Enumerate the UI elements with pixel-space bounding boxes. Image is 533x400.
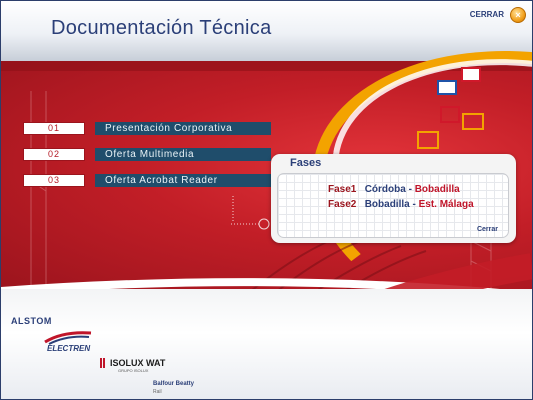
isolux-logo: ISOLUX WAT [110,358,166,368]
menu-label[interactable]: Oferta Acrobat Reader [95,174,271,187]
balfour-subtitle: Rail [153,389,162,395]
menu-item-multimedia[interactable]: 02 Oferta Multimedia [23,148,271,161]
electren-logo: ELECTREN [47,344,91,353]
decorative-squares [417,67,484,149]
menu-number: 02 [23,148,85,161]
dotted-lines [231,196,270,230]
menu-item-acrobat[interactable]: 03 Oferta Acrobat Reader [23,174,271,187]
fase-to: Bobadilla [414,184,460,195]
fase-separator: - [409,199,419,210]
menu-number: 03 [23,174,85,187]
fase-separator: - [405,184,415,195]
fase-number: Fase1 [328,184,357,195]
alstom-logo: ALSTOM [11,316,52,326]
fases-close-link[interactable]: Cerrar [477,226,498,233]
fase-row-2[interactable]: Fase2 Bobadilla - Est. Málaga [328,199,474,210]
fase-from: Córdoba [364,184,406,195]
fases-list: Fase1 Córdoba - Bobadilla Fase2 Bobadill… [277,173,509,238]
fase-to: Est. Málaga [418,199,474,210]
menu-number: 01 [23,122,85,135]
fase-from: Bobadilla [364,199,410,210]
balfour-logo: Balfour Beatty [153,381,195,387]
fase-number: Fase2 [328,199,357,210]
isolux-subtitle: GRUPO ISOLUX [118,368,149,373]
fases-title: Fases [290,157,322,169]
menu-label[interactable]: Oferta Multimedia [95,148,271,161]
menu-item-presentacion[interactable]: 01 Presentación Corporativa [23,122,271,135]
electren-swoosh-icon [44,331,92,345]
menu-label[interactable]: Presentación Corporativa [95,122,271,135]
isolux-mark-icon [100,358,105,368]
app-window: Documentación Técnica CERRAR × 01 Presen… [0,0,533,400]
fase-row-1[interactable]: Fase1 Córdoba - Bobadilla [328,184,460,195]
fases-panel: Fases Fase1 Córdoba - Bobadilla Fase2 Bo… [271,154,516,243]
